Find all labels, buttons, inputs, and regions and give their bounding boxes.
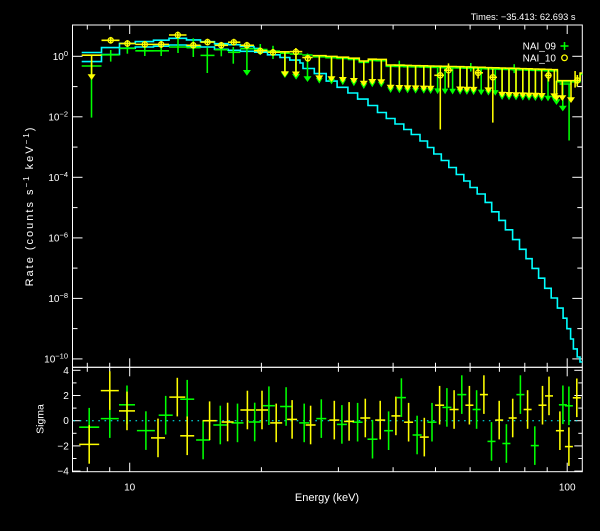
svg-text:2: 2: [63, 391, 69, 402]
svg-text:4: 4: [63, 366, 69, 377]
svg-text:10: 10: [124, 483, 136, 494]
svg-text:0: 0: [63, 416, 69, 427]
svg-text:−4: −4: [57, 467, 69, 478]
svg-text:NAI_10: NAI_10: [523, 54, 557, 65]
svg-text:Times: −35.413: 62.693 s: Times: −35.413: 62.693 s: [471, 12, 576, 22]
svg-text:−2: −2: [57, 441, 69, 452]
svg-text:Energy (keV): Energy (keV): [295, 492, 359, 504]
svg-text:Rate (counts s−1 keV−1): Rate (counts s−1 keV−1): [22, 126, 36, 287]
svg-text:NAI_09: NAI_09: [523, 42, 557, 53]
svg-text:Sigma: Sigma: [35, 404, 47, 434]
svg-text:100: 100: [559, 483, 576, 494]
